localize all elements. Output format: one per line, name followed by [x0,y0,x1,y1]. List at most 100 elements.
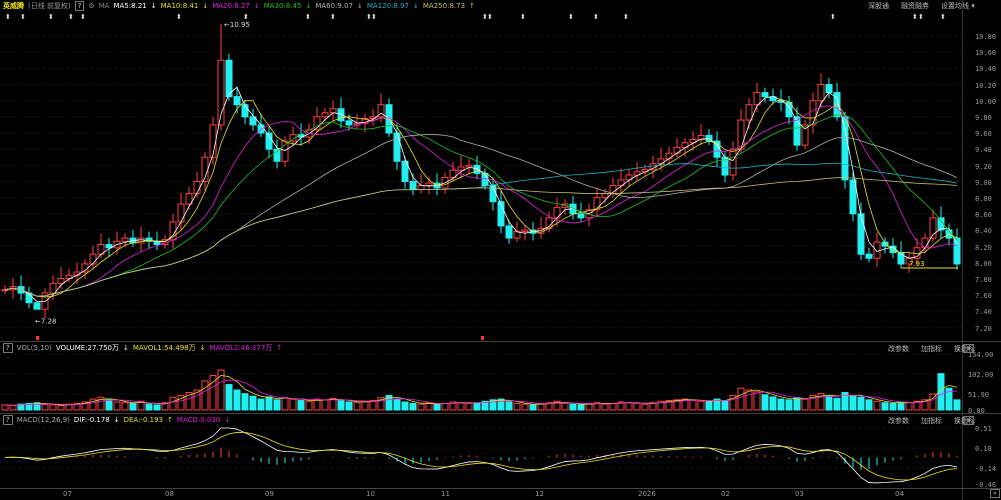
event-marker-icon: ⬍ [623,13,629,21]
ma-line-15 [4,114,958,297]
volume-bar [289,398,297,411]
ma-line-10 [4,105,958,297]
month-label: 07 [63,490,72,498]
event-marker-icon: ⬍ [912,13,918,21]
volume-bar [465,402,473,411]
price-tick: 7.20 [975,324,992,333]
volume-bar [401,401,409,411]
candle-body [425,182,433,187]
candle-body [321,112,329,118]
candle-body [345,120,353,126]
volume-bar [865,399,873,411]
volume-bar [793,397,801,411]
candle-body [281,140,289,162]
volume-bar [129,402,137,411]
volume-bar [505,401,513,411]
candle-body [873,241,881,259]
price-tick: 7.60 [975,292,992,301]
price-tick: 7.40 [975,308,992,317]
candle-body [457,166,465,171]
ma-line-30 [4,134,958,297]
volume-bar [697,400,705,411]
volume-bar [153,404,161,411]
month-label: 09 [265,490,274,498]
macd-close-button[interactable]: × [963,416,975,425]
event-marker-icon: ⬍ [80,13,86,21]
month-label: 10 [366,490,375,498]
event-marker-icon: ⬍ [243,13,249,21]
volume-bar [625,402,633,411]
volume-bar [905,402,913,411]
event-marker-icon: ⬍ [520,13,526,21]
candle-body [729,148,737,176]
month-label: 11 [441,490,450,498]
volume-add-indicator[interactable]: 加指标 [921,344,942,354]
volume-bar [353,402,361,411]
volume-bar [41,404,49,411]
volume-bar [953,399,961,411]
candle-body [57,277,65,284]
dea-line [4,431,958,481]
candle-body [329,108,337,114]
volume-bar [337,400,345,411]
volume-bar [361,400,369,411]
volume-bar [297,400,305,411]
last-low-annotation: 7.93 [909,260,925,268]
mavol1-value: MAVOL1:54.498万 [132,343,196,352]
candle-body [49,282,57,294]
volume-bar [305,400,313,411]
volume-bar [513,402,521,411]
volume-bar [121,402,129,411]
volume-bar [569,403,577,411]
price-tick: 9.00 [975,178,992,187]
volume-bar [873,400,881,411]
volume-bar [281,397,289,411]
volume-bar [705,401,713,411]
candle-body [521,229,529,233]
macd-title: MACD(12,26,9) [16,415,70,424]
volume-bar [313,398,321,411]
volume-help-button[interactable]: ? [3,342,13,353]
volume-close-button[interactable]: × [963,344,975,353]
dif-value: DIF:-0.178 [73,415,110,424]
price-tick: 8.80 [975,195,992,203]
candle-body [825,83,833,94]
volume-bar [601,403,609,411]
month-label: 04 [895,490,904,498]
macd-header: ? MACD(12,26,9) DIF:-0.178 ↓ DEA:-0.193 ↑ … [0,414,962,425]
volume-bar [409,402,417,411]
candle-body [473,164,481,174]
volume-bar [529,404,537,411]
candle-body [209,124,217,158]
month-label: 12 [535,490,544,498]
price-tick: 7.80 [975,276,992,284]
event-marker-icon: ⬍ [593,13,599,21]
macd-help-button[interactable]: ? [3,414,13,425]
month-label: 2026 [638,490,656,498]
volume-bar [737,387,745,411]
macd-add-indicator[interactable]: 加指标 [921,416,942,426]
scroll-right-button[interactable]: » [990,489,1000,498]
volume-bar [825,395,833,411]
candle-body [465,164,473,168]
dif-line [4,427,958,484]
price-tick: 8.00 [975,259,992,268]
price-tick: 10.60 [975,49,997,58]
candle-body [177,203,185,223]
volume-bar [889,402,897,411]
low-annotation: ←7.28 [35,318,56,326]
candle-body [753,92,761,106]
price-tick: 8.60 [975,211,992,220]
price-tick: 9.20 [975,162,992,171]
candle-body [409,180,417,191]
volume-tick: 102.00 [968,371,994,379]
volume-bar [1,404,9,411]
event-marker-icon: ⬍ [20,13,26,21]
price-chart[interactable]: ←10.95←7.287.93⬍ ⬍ ⬍ ⬍ ⬍ ⬍ ⬍ ⬍ ⬍ ⬍ ⬍ ⬍ ⬍ ⬍ ⬍ ⬍ ⬍ ⬍ ⬍ ⬍ ⬍ [0,0,962,500]
event-marker-icon: ⬍ [918,13,924,21]
price-tick: 9.80 [975,114,992,122]
candle-body [233,96,241,106]
event-marker-icon: ⬍ [48,13,54,21]
volume-edit-params[interactable]: 改参数 [888,344,909,354]
macd-edit-params[interactable]: 改参数 [888,416,909,426]
